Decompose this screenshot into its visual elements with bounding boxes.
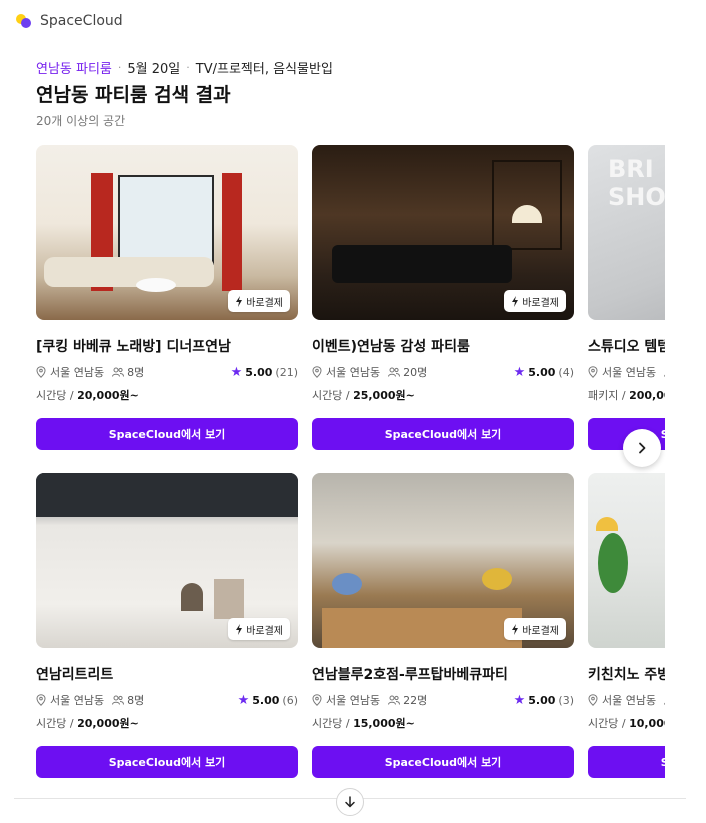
space-location: 서울 연남동: [326, 366, 381, 379]
instant-pay-badge: 바로결제: [504, 618, 566, 640]
bolt-icon: [236, 623, 243, 635]
space-price: 패키지 / 200,000: [588, 389, 665, 402]
people-icon: [112, 367, 125, 377]
space-capacity: 8명: [127, 694, 145, 707]
space-meta: 서울 연남동: [588, 364, 665, 380]
space-price: 시간당 / 15,000원~: [312, 717, 415, 730]
people-icon: [112, 695, 125, 705]
space-card[interactable]: 바로결제 연남블루2호점-루프탑바베큐파티 서울 연남동 22명 ★ 5.00 …: [312, 473, 574, 778]
space-location: 서울 연남동: [50, 366, 105, 379]
people-icon: [664, 702, 665, 705]
bolt-icon: [512, 623, 519, 635]
space-name[interactable]: 스튜디오 템템: [588, 336, 665, 356]
view-on-spacecloud-button[interactable]: SpaceCloud에서 보기: [36, 746, 298, 778]
space-name[interactable]: [쿠킹 바베큐 노래방] 디너프연남: [36, 336, 298, 356]
space-card[interactable]: 바로결제 [쿠킹 바베큐 노래방] 디너프연남 서울 연남동 8명 ★ 5.00…: [36, 145, 298, 450]
space-location: 서울 연남동: [50, 694, 105, 707]
space-capacity: 20명: [403, 366, 428, 379]
instant-pay-badge: 바로결제: [228, 618, 290, 640]
results-row: 바로결제 [쿠킹 바베큐 노래방] 디너프연남 서울 연남동 8명 ★ 5.00…: [36, 145, 665, 450]
brand-logo-icon: [16, 13, 32, 29]
space-rating: ★ 5.00 (4): [513, 364, 574, 380]
space-name[interactable]: 연남블루2호점-루프탑바베큐파티: [312, 664, 574, 684]
space-photo[interactable]: 바로결제: [36, 145, 298, 320]
space-card[interactable]: 바로결제 연남리트리트 서울 연남동 8명 ★ 5.00 (6) 시간당 / 2…: [36, 473, 298, 778]
result-count: 20개 이상의 공간: [36, 114, 126, 128]
space-name[interactable]: 연남리트리트: [36, 664, 298, 684]
results-row: 바로결제 연남리트리트 서울 연남동 8명 ★ 5.00 (6) 시간당 / 2…: [36, 473, 665, 778]
filter-options[interactable]: TV/프로젝터, 음식물반입: [196, 58, 333, 77]
star-icon: ★: [513, 692, 526, 708]
space-photo[interactable]: 바로결제: [312, 145, 574, 320]
results-carousel: 바로결제 [쿠킹 바베큐 노래방] 디너프연남 서울 연남동 8명 ★ 5.00…: [36, 145, 665, 785]
space-location: 서울 연남동: [326, 694, 381, 707]
space-photo[interactable]: BRI SHOW: [588, 145, 665, 320]
space-meta: 서울 연남동: [588, 692, 665, 708]
bolt-icon: [236, 295, 243, 307]
space-card[interactable]: 바로결제 이벤트)연남동 감성 파티룸 서울 연남동 20명 ★ 5.00 (4…: [312, 145, 574, 450]
page-title: 연남동 파티룸 검색 결과: [36, 84, 231, 106]
chevron-right-icon: [639, 442, 646, 454]
star-icon: ★: [230, 364, 243, 380]
people-icon: [388, 367, 401, 377]
space-location: 서울 연남동: [602, 694, 657, 707]
star-icon: ★: [513, 364, 526, 380]
brand[interactable]: SpaceCloud: [16, 10, 123, 32]
search-filters: 연남동 파티룸 · 5월 20일 · TV/프로젝터, 음식물반입: [36, 58, 333, 77]
space-capacity: 8명: [127, 366, 145, 379]
people-icon: [388, 695, 401, 705]
show-more-button[interactable]: [336, 788, 364, 816]
view-on-spacecloud-button[interactable]: SpaceCloud에서 보기: [312, 418, 574, 450]
space-price: 시간당 / 10,000: [588, 717, 665, 730]
pin-icon: [312, 694, 322, 706]
space-name[interactable]: 이벤트)연남동 감성 파티룸: [312, 336, 574, 356]
view-on-spacecloud-button[interactable]: SpaceCloud에서 보기: [36, 418, 298, 450]
view-on-spacecloud-button[interactable]: SpaceCloud에서 보기: [312, 746, 574, 778]
pin-icon: [312, 366, 322, 378]
space-rating: ★ 5.00 (21): [230, 364, 298, 380]
filter-location[interactable]: 연남동 파티룸: [36, 58, 112, 77]
space-meta: 서울 연남동 22명 ★ 5.00 (3): [312, 692, 574, 708]
arrow-down-icon: [345, 796, 355, 808]
instant-pay-badge: 바로결제: [504, 290, 566, 312]
space-card[interactable]: BRI SHOW 스튜디오 템템 서울 연남동 패키지 / 200,000 Sp…: [588, 145, 665, 450]
space-rating: ★ 5.00 (6): [237, 692, 298, 708]
carousel-next-button[interactable]: [623, 429, 661, 467]
space-price: 시간당 / 25,000원~: [312, 389, 415, 402]
space-name[interactable]: 키친치노 주방: [588, 664, 665, 684]
space-price: 시간당 / 20,000원~: [36, 389, 139, 402]
space-meta: 서울 연남동 8명 ★ 5.00 (21): [36, 364, 298, 380]
pin-icon: [36, 366, 46, 378]
people-icon: [664, 374, 665, 377]
bolt-icon: [512, 295, 519, 307]
space-location: 서울 연남동: [602, 366, 657, 379]
space-photo[interactable]: 바로결제: [312, 473, 574, 648]
instant-pay-badge: 바로결제: [228, 290, 290, 312]
space-meta: 서울 연남동 8명 ★ 5.00 (6): [36, 692, 298, 708]
space-rating: ★ 5.00 (3): [513, 692, 574, 708]
star-icon: ★: [237, 692, 250, 708]
space-photo[interactable]: 바로결제: [36, 473, 298, 648]
photo-sign-text: BRI SHOW: [608, 155, 665, 211]
space-card[interactable]: 키친치노 주방 서울 연남동 시간당 / 10,000 SpaceCloud에서…: [588, 473, 665, 778]
view-on-spacecloud-button[interactable]: SpaceCloud에서 보기: [588, 746, 665, 778]
pin-icon: [588, 694, 598, 706]
brand-name: SpaceCloud: [40, 13, 123, 29]
pin-icon: [36, 694, 46, 706]
pin-icon: [588, 366, 598, 378]
space-meta: 서울 연남동 20명 ★ 5.00 (4): [312, 364, 574, 380]
filter-date[interactable]: 5월 20일: [127, 58, 180, 77]
space-photo[interactable]: [588, 473, 665, 648]
filter-separator: ·: [186, 61, 190, 74]
space-capacity: 22명: [403, 694, 428, 707]
space-price: 시간당 / 20,000원~: [36, 717, 139, 730]
filter-separator: ·: [117, 61, 122, 74]
